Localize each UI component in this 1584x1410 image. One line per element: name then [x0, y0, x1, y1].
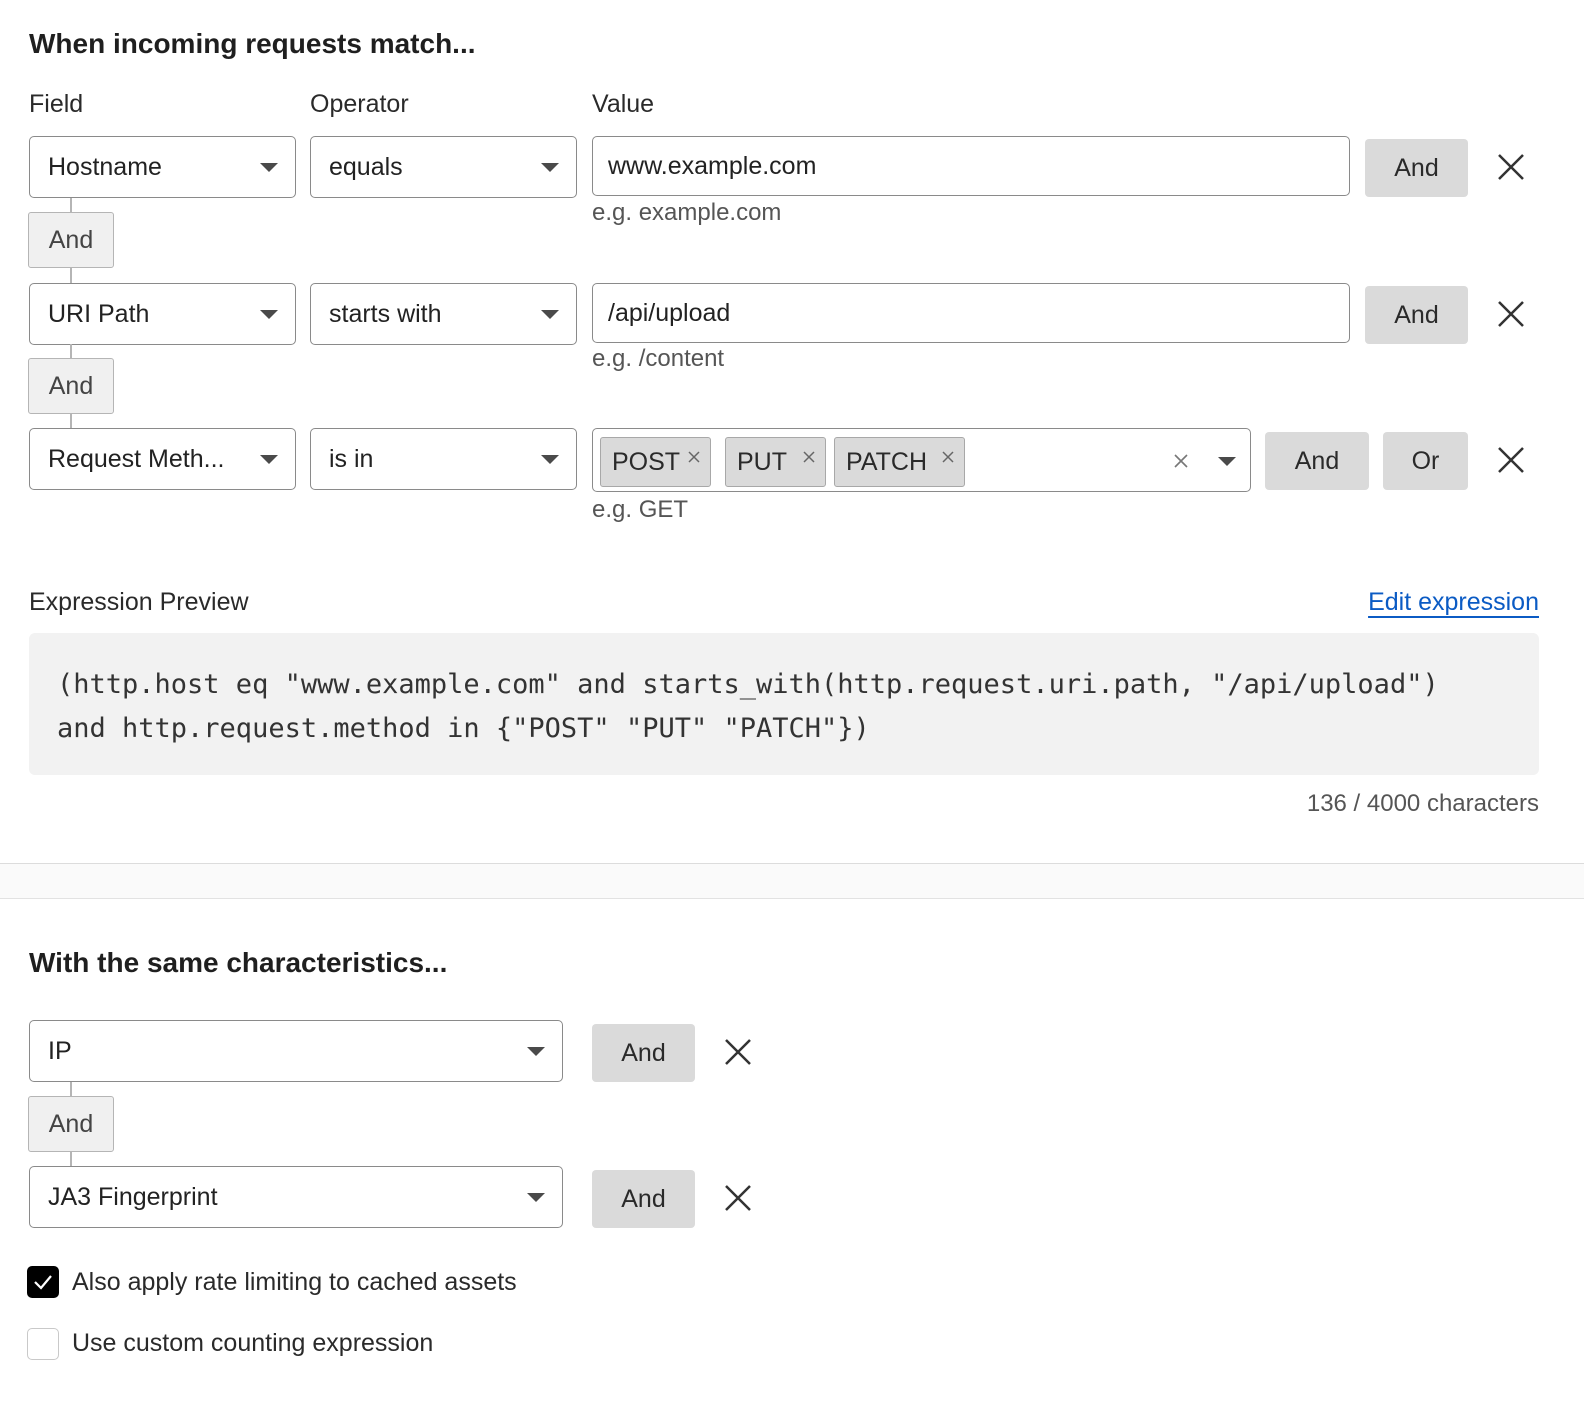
value-multiselect-methods[interactable]: POST PUT PATCH: [592, 428, 1251, 492]
edit-expression-link[interactable]: Edit expression: [1368, 588, 1539, 617]
chevron-down-icon: [260, 163, 278, 172]
operator-select-is-in[interactable]: is in: [310, 428, 577, 490]
value-input-hostname[interactable]: www.example.com: [592, 136, 1350, 196]
character-count: 136 / 4000 characters: [1306, 790, 1539, 817]
connector-line: [70, 1082, 72, 1096]
operator-select-value: starts with: [329, 299, 442, 328]
and-button-row3[interactable]: And: [1265, 432, 1369, 490]
chevron-down-icon: [527, 1193, 545, 1202]
and-button-row1[interactable]: And: [1365, 139, 1468, 197]
close-icon[interactable]: [1493, 442, 1529, 478]
characteristic-select-ja3[interactable]: JA3 Fingerprint: [29, 1166, 563, 1228]
value-input-uri-path[interactable]: /api/upload: [592, 283, 1350, 343]
close-icon[interactable]: [688, 451, 700, 463]
close-icon[interactable]: [803, 451, 815, 463]
column-label-field: Field: [29, 90, 84, 118]
close-icon[interactable]: [720, 1034, 756, 1070]
operator-select-value: is in: [329, 444, 374, 473]
connector-line: [70, 344, 72, 358]
checkmark-icon: [34, 1275, 52, 1290]
tag-label: POST: [612, 447, 681, 476]
chevron-down-icon: [527, 1047, 545, 1056]
field-select-value: Hostname: [48, 152, 162, 181]
value-hint: e.g. example.com: [592, 199, 782, 226]
value-hint: e.g. GET: [592, 496, 689, 523]
field-select-uri-path[interactable]: URI Path: [29, 283, 296, 345]
chevron-down-icon: [541, 310, 559, 319]
and-button-row2[interactable]: And: [1365, 286, 1468, 344]
field-select-value: URI Path: [48, 299, 150, 328]
characteristic-select-value: IP: [48, 1036, 72, 1065]
and-button-characteristic1[interactable]: And: [592, 1024, 695, 1082]
expression-preview-code: (http.host eq "www.example.com" and star…: [29, 633, 1539, 775]
cached-assets-checkbox[interactable]: [27, 1266, 59, 1298]
custom-counting-label: Use custom counting expression: [72, 1329, 434, 1357]
operator-select-equals[interactable]: equals: [310, 136, 577, 198]
tag-post: POST: [600, 437, 711, 487]
connector-line: [70, 268, 72, 283]
section-heading-characteristics: With the same characteristics...: [29, 947, 448, 978]
expression-preview-label: Expression Preview: [29, 588, 249, 616]
connector-line: [70, 198, 72, 212]
value-input-text: /api/upload: [608, 298, 731, 327]
field-select-hostname[interactable]: Hostname: [29, 136, 296, 198]
cached-assets-label: Also apply rate limiting to cached asset…: [72, 1268, 517, 1296]
tag-label: PATCH: [846, 447, 928, 476]
clear-icon[interactable]: [1173, 453, 1189, 469]
tag-patch: PATCH: [834, 437, 965, 487]
tag-put: PUT: [725, 437, 826, 487]
column-label-value: Value: [592, 90, 655, 118]
chevron-down-icon: [260, 310, 278, 319]
column-label-operator: Operator: [310, 90, 409, 118]
tag-label: PUT: [737, 447, 787, 476]
value-hint: e.g. /content: [592, 345, 725, 372]
value-input-text: www.example.com: [608, 151, 817, 180]
or-button-row3[interactable]: Or: [1383, 432, 1468, 490]
operator-select-starts-with[interactable]: starts with: [310, 283, 577, 345]
characteristic-select-ip[interactable]: IP: [29, 1020, 563, 1082]
and-connector-1: And: [28, 212, 114, 268]
custom-counting-checkbox[interactable]: [27, 1328, 59, 1360]
and-connector-3: And: [28, 1096, 114, 1152]
close-icon[interactable]: [1493, 149, 1529, 185]
chevron-down-icon: [541, 455, 559, 464]
chevron-down-icon[interactable]: [1218, 457, 1236, 466]
field-select-request-method[interactable]: Request Meth...: [29, 428, 296, 490]
chevron-down-icon: [260, 455, 278, 464]
connector-line: [70, 1152, 72, 1166]
section-heading-match: When incoming requests match...: [29, 28, 476, 59]
field-select-value: Request Meth...: [48, 444, 225, 473]
and-connector-2: And: [28, 358, 114, 414]
section-divider: [0, 863, 1584, 899]
and-button-characteristic2[interactable]: And: [592, 1170, 695, 1228]
close-icon[interactable]: [942, 451, 954, 463]
close-icon[interactable]: [1493, 296, 1529, 332]
connector-line: [70, 414, 72, 428]
operator-select-value: equals: [329, 152, 403, 181]
characteristic-select-value: JA3 Fingerprint: [48, 1182, 218, 1211]
close-icon[interactable]: [720, 1180, 756, 1216]
chevron-down-icon: [541, 163, 559, 172]
